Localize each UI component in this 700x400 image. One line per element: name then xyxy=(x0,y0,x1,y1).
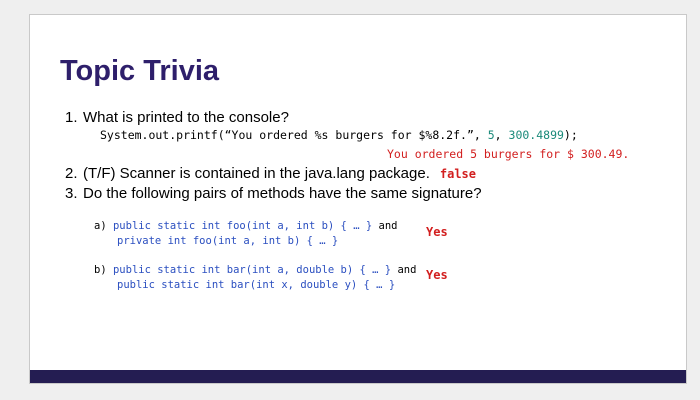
question-1: 1. What is printed to the console? xyxy=(65,109,289,126)
code-prefix: System.out.printf( xyxy=(100,128,225,142)
question-2-answer: false xyxy=(439,167,476,181)
question-3b-answer: Yes xyxy=(426,268,448,282)
question-3b-method-1: public static int bar(int a, double b) {… xyxy=(112,264,392,276)
slide: Topic Trivia 1. What is printed to the c… xyxy=(29,14,687,384)
question-3a-line-1: a) public static int foo(int a, int b) {… xyxy=(94,220,397,232)
question-3-number: 3. xyxy=(65,185,78,202)
question-1-code: System.out.printf(“You ordered %s burger… xyxy=(100,128,578,142)
question-1-answer: You ordered 5 burgers for $ 300.49. xyxy=(387,147,630,161)
slide-title: Topic Trivia xyxy=(60,55,220,87)
question-3a-and: and xyxy=(372,220,398,232)
code-arg-2: 300.4899 xyxy=(508,128,564,142)
question-3: 3. Do the following pairs of methods hav… xyxy=(65,185,482,202)
question-2-text: (T/F) Scanner is contained in the java.l… xyxy=(83,165,430,182)
question-3a-method-2: private int foo(int a, int b) { … } xyxy=(117,235,339,247)
question-3-text: Do the following pairs of methods have t… xyxy=(83,185,482,202)
question-3b-line-1: b) public static int bar(int a, double b… xyxy=(94,264,416,276)
code-string: “You ordered %s burgers for $%8.2f.” xyxy=(224,128,474,142)
code-suffix: ); xyxy=(563,128,578,142)
question-3b-and: and xyxy=(391,264,417,276)
question-3b-label: b) xyxy=(94,264,107,276)
code-arg-1: 5 xyxy=(487,128,495,142)
question-3b-method-2: public static int bar(int x, double y) {… xyxy=(117,279,396,291)
code-sep-2: , xyxy=(494,128,509,142)
footer-bar xyxy=(30,370,686,383)
code-sep-1: , xyxy=(473,128,488,142)
question-3a-label: a) xyxy=(94,220,107,232)
question-1-text: What is printed to the console? xyxy=(83,109,289,126)
question-2-number: 2. xyxy=(65,165,78,182)
question-3a-method-1: public static int foo(int a, int b) { … … xyxy=(112,220,373,232)
question-3a-answer: Yes xyxy=(426,225,448,239)
question-1-number: 1. xyxy=(65,109,78,126)
question-2: 2. (T/F) Scanner is contained in the jav… xyxy=(65,165,476,182)
